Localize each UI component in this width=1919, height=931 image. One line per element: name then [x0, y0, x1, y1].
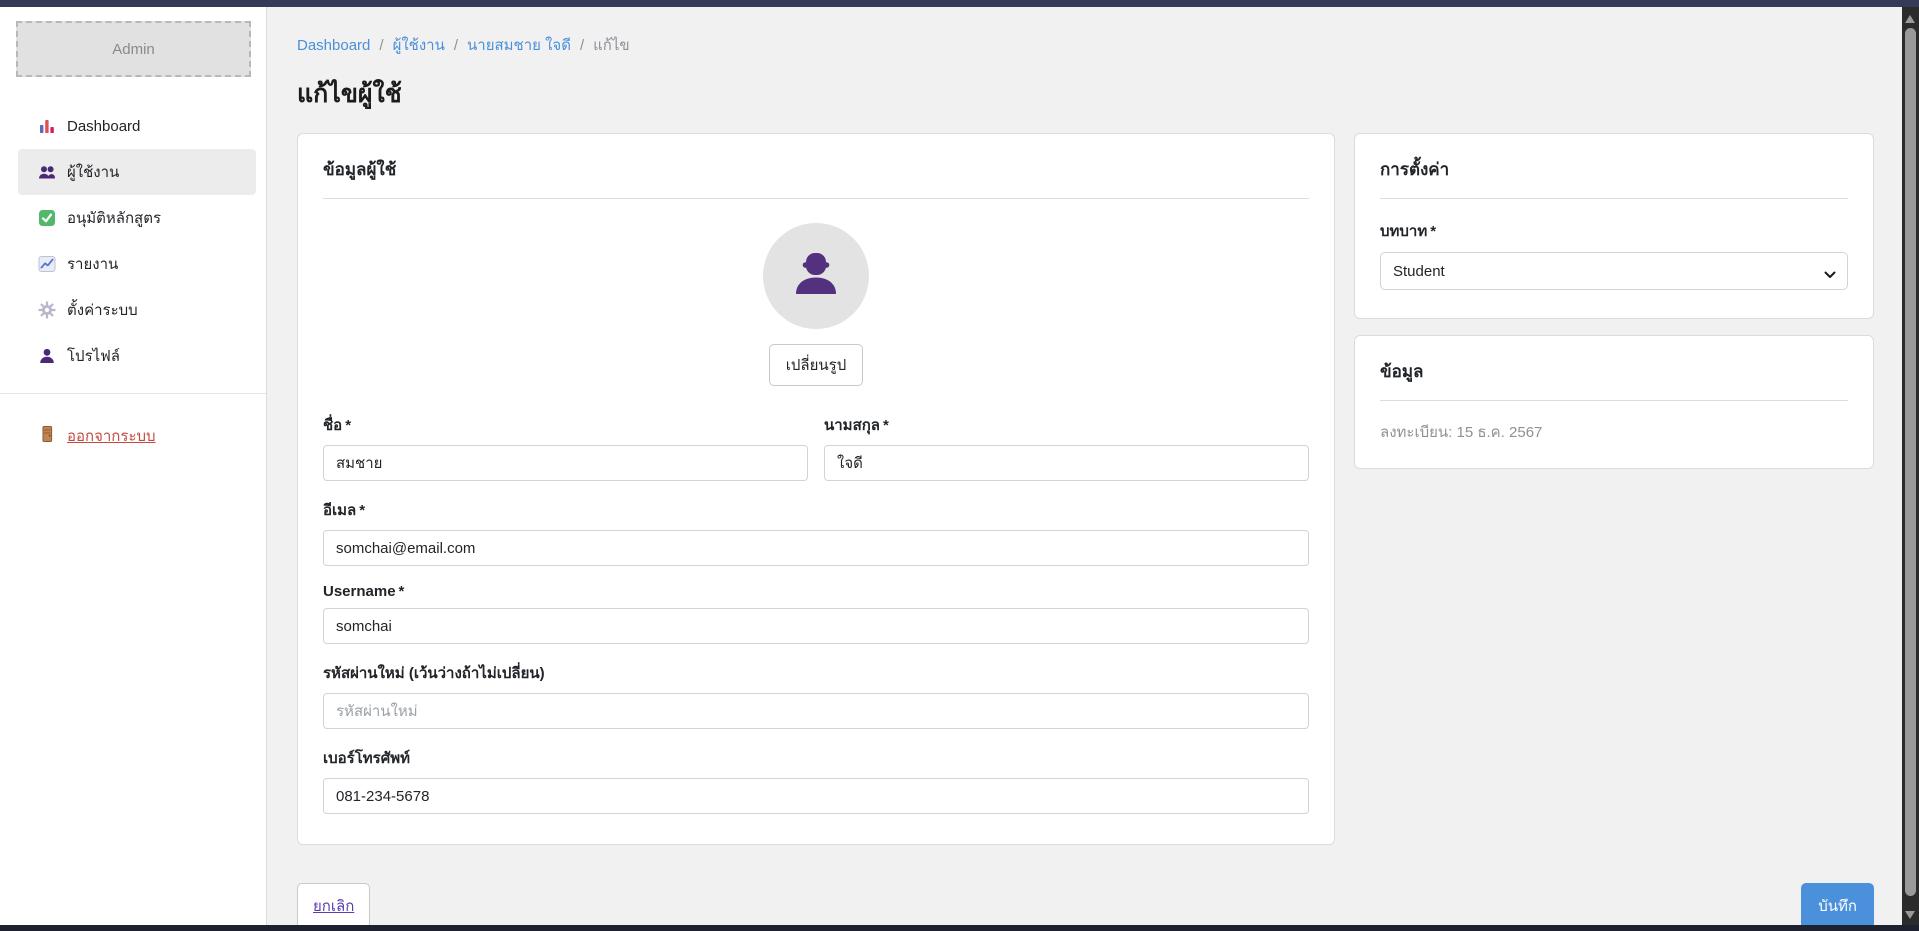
app-window: Admin Dashboard ผู้ใช้งาน อนุมัติหลักสูต… — [0, 7, 1902, 925]
person-icon — [38, 347, 56, 365]
card-divider — [1380, 198, 1848, 199]
breadcrumb-link-users[interactable]: ผู้ใช้งาน — [393, 33, 445, 57]
sidebar-item-label: อนุมัติหลักสูตร — [67, 206, 161, 230]
email-field: อีเมล* — [323, 498, 1309, 566]
breadcrumb-separator: / — [379, 37, 383, 54]
first-name-label: ชื่อ* — [323, 413, 808, 437]
first-name-field: ชื่อ* — [323, 413, 808, 481]
breadcrumb-separator: / — [580, 37, 584, 54]
last-name-input[interactable] — [824, 445, 1309, 481]
new-password-input[interactable] — [323, 693, 1309, 729]
sidebar-divider — [0, 393, 266, 394]
info-card: ข้อมูล ลงทะเบียน: 15 ธ.ค. 2567 — [1354, 335, 1874, 469]
user-info-card-title: ข้อมูลผู้ใช้ — [323, 156, 1309, 183]
username-field: Username* — [323, 583, 1309, 644]
sidebar-item-profile[interactable]: โปรไฟล์ — [18, 333, 256, 379]
required-marker: * — [359, 502, 365, 519]
username-label: Username* — [323, 583, 1309, 600]
breadcrumb-link-dashboard[interactable]: Dashboard — [297, 37, 370, 54]
sidebar-item-label: ผู้ใช้งาน — [67, 160, 119, 184]
required-marker: * — [345, 417, 351, 434]
sidebar-item-approve-courses[interactable]: อนุมัติหลักสูตร — [18, 195, 256, 241]
last-name-label: นามสกุล* — [824, 413, 1309, 437]
gear-icon — [38, 301, 56, 319]
phone-label: เบอร์โทรศัพท์ — [323, 746, 1309, 770]
new-password-label: รหัสผ่านใหม่ (เว้นว่างถ้าไม่เปลี่ยน) — [323, 661, 1309, 685]
settings-card: การตั้งค่า บทบาท* Student — [1354, 133, 1874, 319]
role-label: บทบาท* — [1380, 219, 1848, 243]
sidebar-item-reports[interactable]: รายงาน — [18, 241, 256, 287]
users-icon — [38, 163, 56, 181]
sidebar-nav: Dashboard ผู้ใช้งาน อนุมัติหลักสูตร รายง… — [0, 103, 266, 379]
info-card-title: ข้อมูล — [1380, 358, 1848, 385]
avatar — [763, 223, 869, 329]
scrollbar[interactable] — [1902, 7, 1919, 925]
required-marker: * — [883, 417, 889, 434]
logout-label: ออกจากระบบ — [67, 424, 156, 448]
breadcrumb: Dashboard / ผู้ใช้งาน / นายสมชาย ใจดี / … — [297, 33, 1874, 57]
sidebar-item-users[interactable]: ผู้ใช้งาน — [18, 149, 256, 195]
sidebar-item-dashboard[interactable]: Dashboard — [18, 103, 256, 149]
registered-date-text: ลงทะเบียน: 15 ธ.ค. 2567 — [1380, 420, 1848, 444]
main-content: Dashboard / ผู้ใช้งาน / นายสมชาย ใจดี / … — [267, 7, 1902, 925]
user-info-card: ข้อมูลผู้ใช้ เปลี่ยนรูป ชื่อ* — [297, 133, 1335, 845]
scrollbar-thumb[interactable] — [1905, 28, 1916, 896]
trend-chart-icon — [38, 255, 56, 273]
admin-logo-box: Admin — [16, 21, 251, 77]
check-approve-icon — [38, 209, 56, 227]
breadcrumb-separator: / — [454, 37, 458, 54]
person-silhouette-icon — [784, 242, 848, 310]
save-button[interactable]: บันทึก — [1801, 883, 1874, 929]
cancel-button[interactable]: ยกเลิก — [297, 883, 370, 929]
admin-label: Admin — [112, 41, 155, 58]
sidebar-item-label: โปรไฟล์ — [67, 344, 120, 368]
required-marker: * — [399, 583, 405, 600]
new-password-field: รหัสผ่านใหม่ (เว้นว่างถ้าไม่เปลี่ยน) — [323, 661, 1309, 729]
card-divider — [1380, 400, 1848, 401]
breadcrumb-link-user-name[interactable]: นายสมชาย ใจดี — [467, 33, 571, 57]
username-input[interactable] — [323, 608, 1309, 644]
role-select[interactable]: Student — [1380, 252, 1848, 290]
sidebar: Admin Dashboard ผู้ใช้งาน อนุมัติหลักสูต… — [0, 7, 267, 925]
change-photo-button[interactable]: เปลี่ยนรูป — [769, 344, 863, 386]
phone-field: เบอร์โทรศัพท์ — [323, 746, 1309, 814]
required-marker: * — [1430, 223, 1436, 240]
scrollbar-up-arrow[interactable] — [1905, 15, 1915, 23]
sidebar-item-label: รายงาน — [67, 252, 118, 276]
bar-chart-icon — [38, 117, 56, 135]
sidebar-item-system-settings[interactable]: ตั้งค่าระบบ — [18, 287, 256, 333]
email-input[interactable] — [323, 530, 1309, 566]
last-name-field: นามสกุล* — [824, 413, 1309, 481]
breadcrumb-current: แก้ไข — [593, 33, 630, 57]
logout-link[interactable]: ออกจากระบบ — [18, 416, 256, 456]
email-label: อีเมล* — [323, 498, 1309, 522]
bottom-edge-bar — [0, 925, 1919, 931]
sidebar-item-label: Dashboard — [67, 118, 140, 135]
sidebar-item-label: ตั้งค่าระบบ — [67, 298, 138, 322]
phone-input[interactable] — [323, 778, 1309, 814]
door-icon — [38, 425, 56, 447]
top-accent-bar — [0, 0, 1919, 7]
settings-card-title: การตั้งค่า — [1380, 156, 1848, 183]
page-title: แก้ไขผู้ใช้ — [297, 74, 1874, 114]
scrollbar-down-arrow[interactable] — [1905, 911, 1915, 919]
first-name-input[interactable] — [323, 445, 808, 481]
